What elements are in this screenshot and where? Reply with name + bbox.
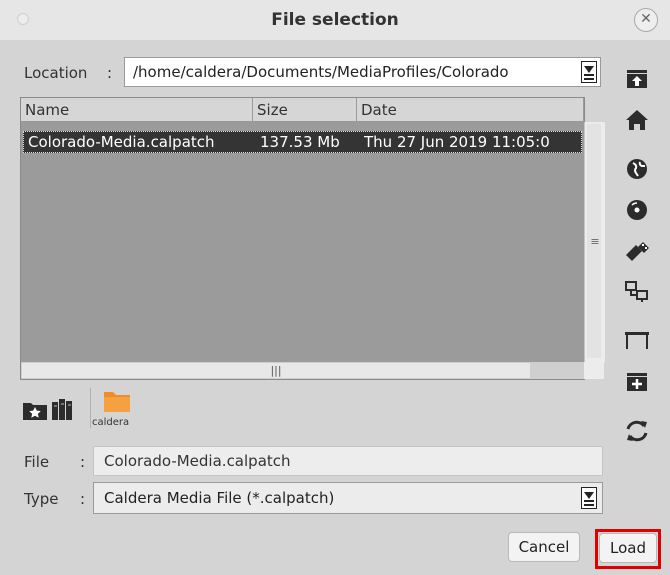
file-row-name: Colorado-Media.calpatch [28, 133, 215, 151]
close-icon: ✕ [640, 11, 652, 27]
close-button[interactable]: ✕ [634, 8, 658, 32]
books-icon [52, 399, 72, 420]
file-label: File [24, 453, 50, 471]
vertical-scroll-thumb[interactable]: ≡ [587, 124, 601, 358]
usb-drive-icon [626, 242, 649, 261]
load-button[interactable]: Load [599, 533, 657, 563]
column-header-name[interactable]: Name [21, 98, 253, 122]
type-dropdown-button[interactable] [581, 487, 597, 509]
location-dropdown-button[interactable] [581, 61, 597, 83]
horizontal-scroll-thumb[interactable]: ||| [22, 363, 530, 378]
grip-icon: ≡ [590, 235, 600, 248]
location-label: Location [24, 64, 88, 82]
cancel-button[interactable]: Cancel [508, 532, 580, 562]
network-button[interactable] [620, 155, 654, 183]
file-name-value: Colorado-Media.calpatch [104, 452, 291, 470]
file-separator: : [80, 453, 86, 471]
location-separator: : [107, 64, 113, 82]
file-type-select[interactable]: Caldera Media File (*.calpatch) [93, 482, 603, 514]
table-button[interactable] [620, 326, 654, 354]
refresh-icon [626, 420, 648, 442]
type-label: Type [24, 490, 59, 508]
file-type-value: Caldera Media File (*.calpatch) [104, 489, 335, 507]
scroll-corner [584, 362, 604, 379]
chevron-down-icon [584, 66, 594, 73]
file-name-field[interactable]: Colorado-Media.calpatch [93, 446, 603, 476]
documents-button[interactable] [50, 396, 78, 422]
disc-icon [627, 200, 647, 220]
table-icon [625, 332, 649, 349]
location-combobox[interactable]: /home/caldera/Documents/MediaProfiles/Co… [124, 57, 601, 87]
network-globe-icon [627, 159, 647, 179]
file-row-size: 137.53 Mb [260, 133, 340, 151]
new-folder-button[interactable] [620, 368, 654, 396]
vertical-scrollbar[interactable]: ≡ [584, 122, 605, 362]
file-list[interactable]: Name Size Date Colorado-Media.calpatch 1… [20, 97, 605, 380]
file-row-date: Thu 27 Jun 2019 11:05:0 [364, 133, 550, 151]
star-folder-icon [23, 403, 47, 420]
location-path: /home/caldera/Documents/MediaProfiles/Co… [133, 63, 509, 81]
parent-folder-button[interactable] [620, 64, 654, 92]
disc-button[interactable] [620, 196, 654, 224]
network-share-button[interactable] [620, 278, 654, 306]
folder-icon [104, 392, 130, 412]
caldera-folder-label: caldera [92, 417, 130, 428]
refresh-button[interactable] [620, 417, 654, 445]
column-header-date[interactable]: Date [357, 98, 584, 122]
home-button[interactable] [620, 106, 654, 134]
parent-folder-icon [627, 70, 647, 88]
network-share-icon [625, 281, 648, 302]
caldera-folder-button[interactable] [102, 388, 132, 414]
usb-drive-button[interactable] [620, 237, 654, 265]
file-row[interactable]: Colorado-Media.calpatch 137.53 Mb Thu 27… [23, 131, 582, 153]
column-header-size[interactable]: Size [253, 98, 357, 122]
chevron-down-icon [584, 492, 594, 499]
type-separator: : [80, 490, 86, 508]
home-icon [626, 110, 648, 130]
grip-icon: ||| [270, 364, 282, 377]
bookmarks-separator [90, 388, 91, 428]
favorites-folder-button[interactable] [22, 398, 50, 422]
new-folder-icon [627, 373, 647, 391]
horizontal-scrollbar[interactable]: ||| [21, 362, 584, 379]
window-title: File selection [271, 10, 399, 30]
